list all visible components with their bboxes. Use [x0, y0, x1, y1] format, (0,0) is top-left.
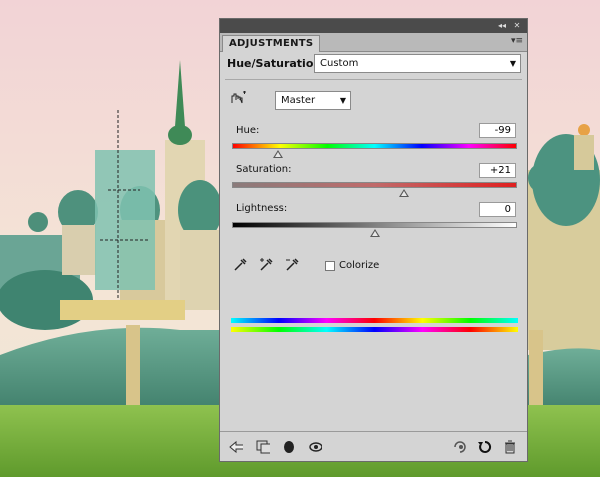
saturation-slider-track[interactable] — [232, 182, 517, 188]
divider — [225, 79, 522, 80]
preset-select[interactable]: Custom ▼ — [314, 54, 521, 73]
footer-divider — [220, 431, 527, 432]
saturation-slider-thumb[interactable] — [399, 189, 410, 197]
view-previous-icon[interactable] — [452, 440, 466, 454]
eyedropper-plus-icon[interactable] — [258, 257, 274, 273]
hue-input[interactable]: -99 — [479, 123, 516, 138]
lightness-label: Lightness: — [236, 203, 288, 214]
lightness-input[interactable]: 0 — [479, 202, 516, 217]
trash-icon[interactable] — [503, 440, 517, 454]
lightness-slider-track[interactable] — [232, 222, 517, 228]
panel-tab-bar: ADJUSTMENTS ▾≡ — [220, 33, 527, 52]
channel-select-value: Master — [281, 95, 316, 106]
adjustments-panel: ◂◂ ✕ ADJUSTMENTS ▾≡ Hue/Saturation Custo… — [219, 18, 528, 462]
hue-slider-thumb[interactable] — [272, 150, 283, 158]
clip-to-layer-icon[interactable] — [256, 440, 270, 454]
colorize-checkbox[interactable] — [325, 261, 335, 271]
chevron-down-icon: ▼ — [509, 59, 516, 68]
back-icon[interactable] — [229, 440, 243, 454]
close-icon[interactable]: ✕ — [510, 21, 524, 31]
visibility-eye-icon[interactable] — [308, 440, 322, 454]
panel-title-strip[interactable]: ◂◂ ✕ — [220, 19, 527, 33]
hue-slider-track[interactable] — [232, 143, 517, 149]
collapse-icon[interactable]: ◂◂ — [495, 21, 509, 31]
eyedropper-icon[interactable] — [232, 257, 248, 273]
reset-icon[interactable] — [478, 440, 492, 454]
layer-mask-icon[interactable] — [282, 440, 296, 454]
original-color-bar — [231, 327, 518, 332]
adjustment-title: Hue/Saturation — [227, 57, 322, 70]
chevron-down-icon: ▼ — [339, 96, 346, 105]
lightness-slider-thumb[interactable] — [369, 229, 380, 237]
panel-menu-icon[interactable]: ▾≡ — [511, 36, 523, 46]
adjusted-color-bar — [231, 318, 518, 323]
saturation-input[interactable]: +21 — [479, 163, 516, 178]
preset-select-value: Custom — [320, 58, 359, 69]
eyedropper-minus-icon[interactable] — [284, 257, 300, 273]
hue-label: Hue: — [236, 125, 260, 136]
tab-adjustments[interactable]: ADJUSTMENTS — [222, 35, 321, 52]
colorize-label: Colorize — [339, 260, 380, 271]
channel-select[interactable]: Master ▼ — [275, 91, 351, 110]
targeted-adjustment-icon[interactable] — [229, 91, 247, 107]
saturation-label: Saturation: — [236, 164, 292, 175]
